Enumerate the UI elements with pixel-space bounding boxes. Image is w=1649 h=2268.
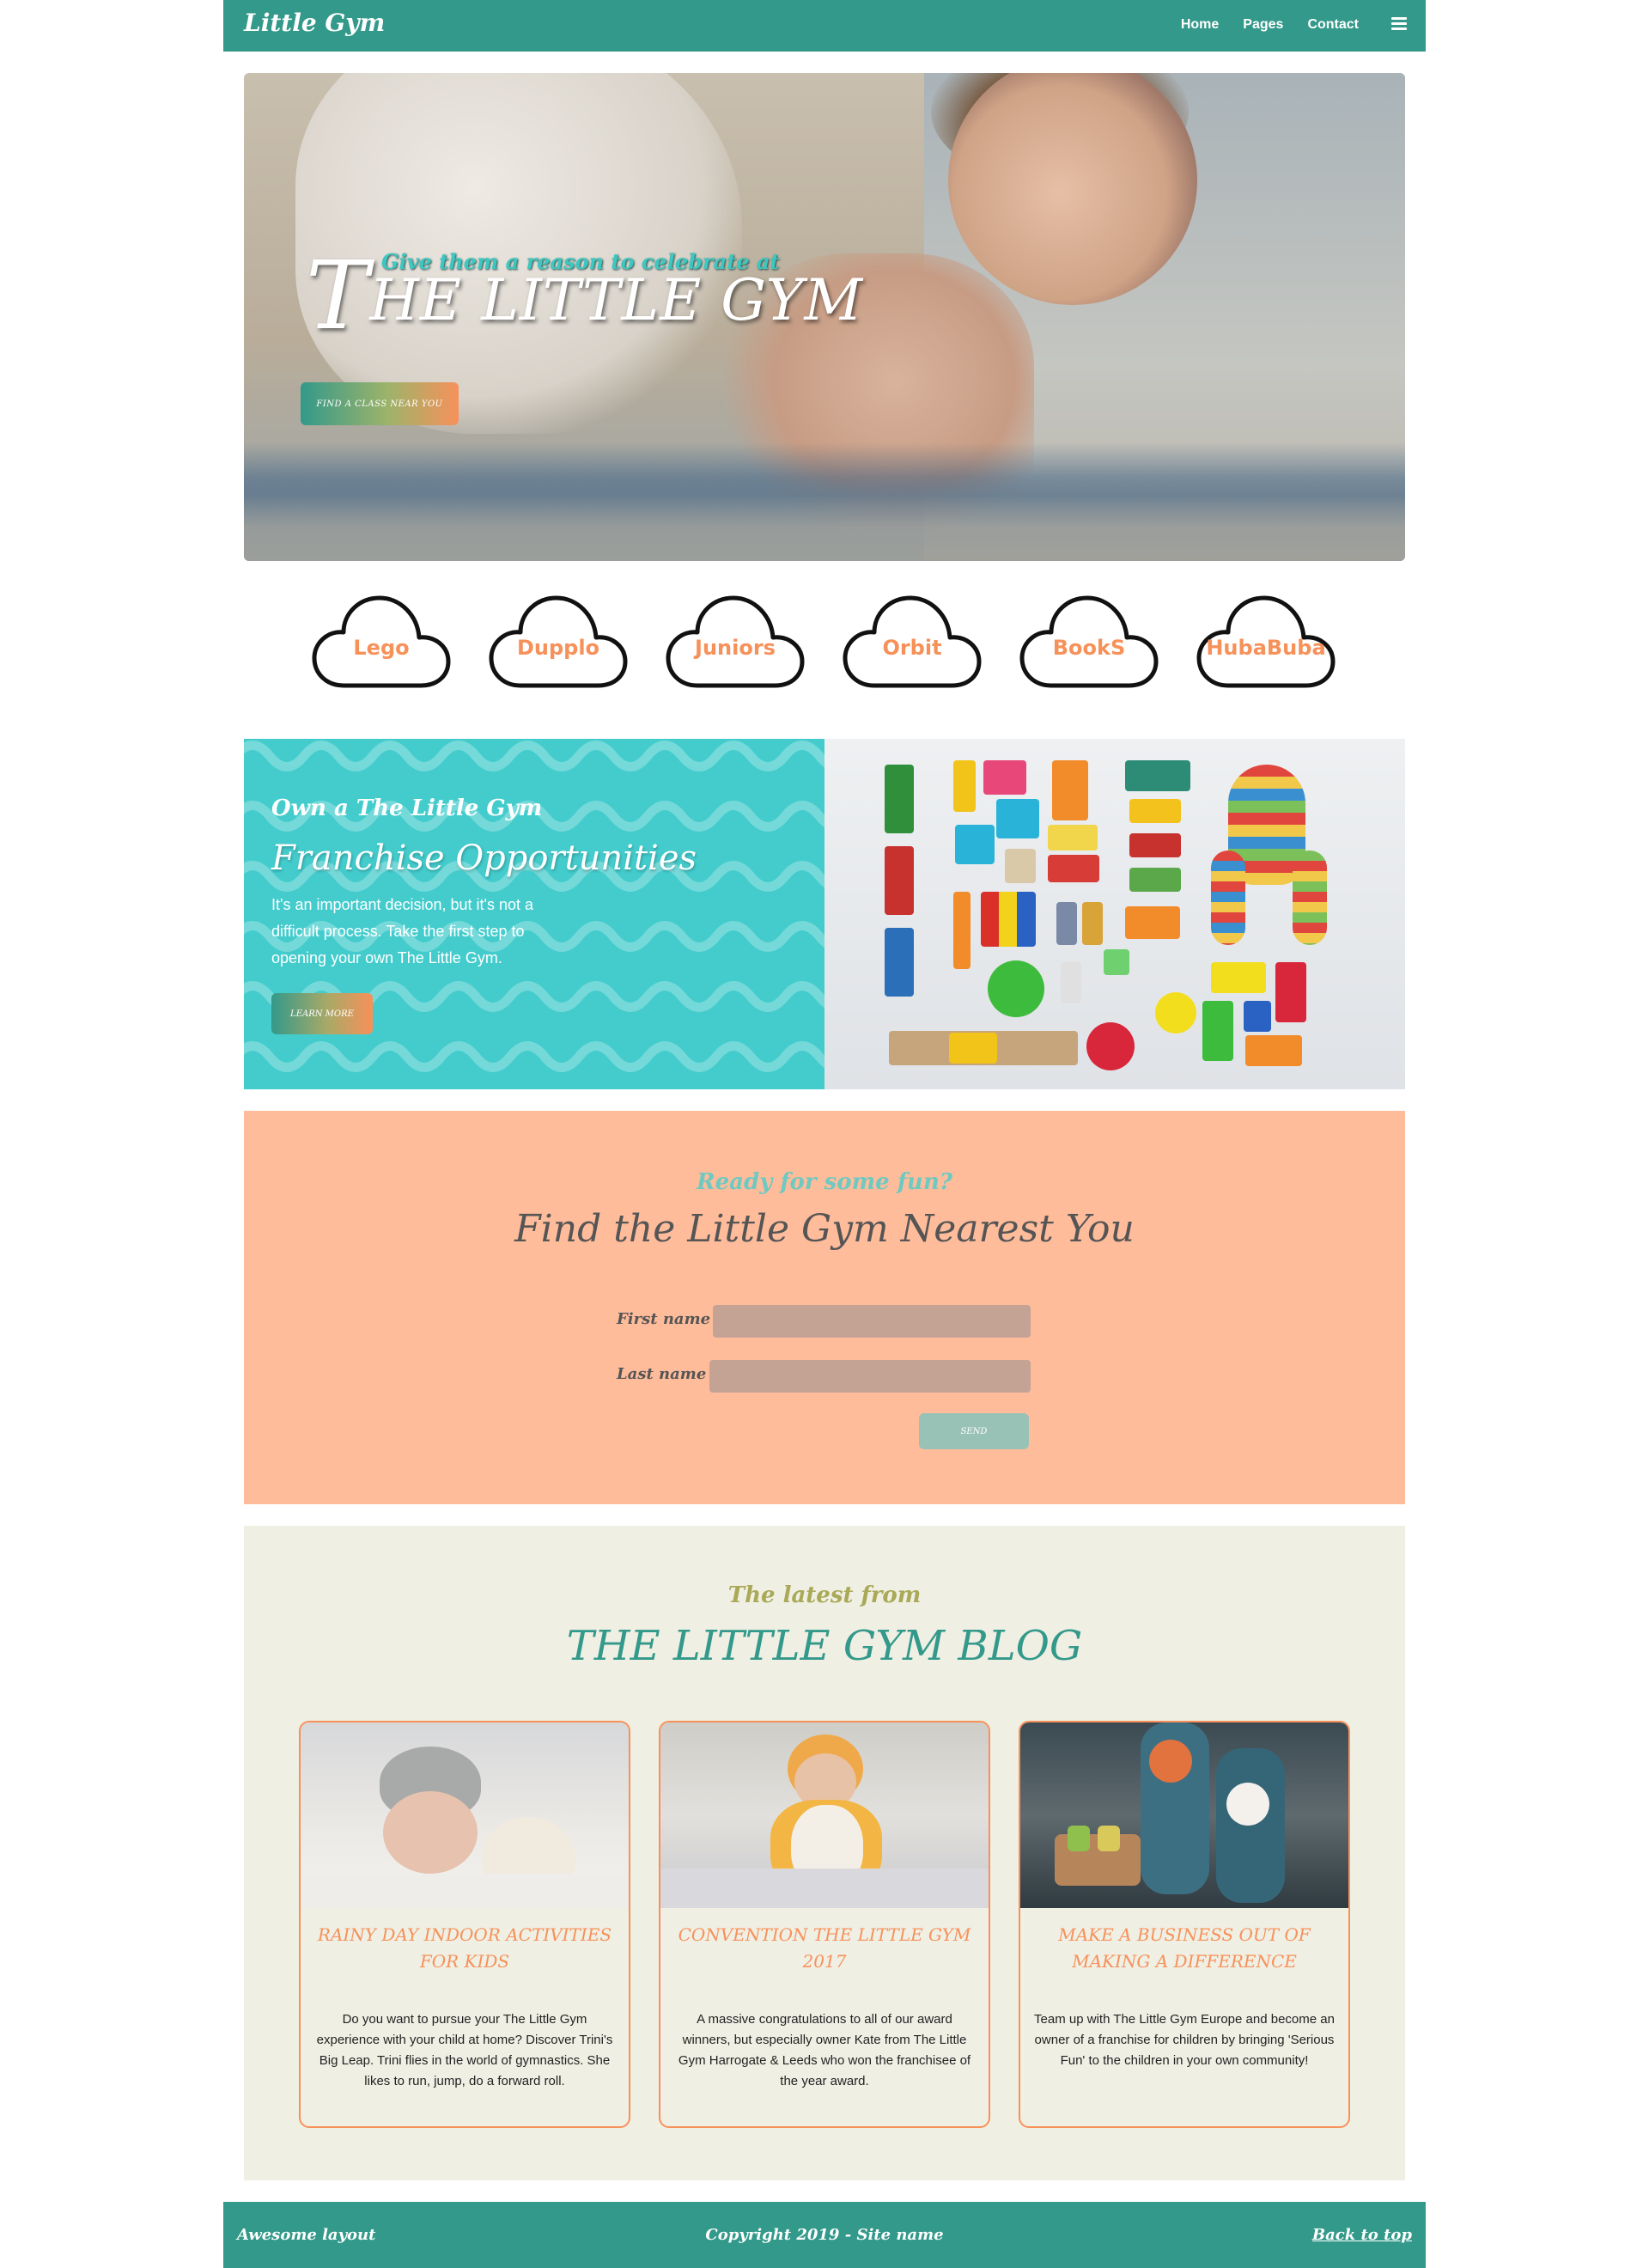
blog-card-text: A massive congratulations to all of our … xyxy=(678,2012,971,2088)
toy-figure-3 xyxy=(1061,962,1081,1003)
cloud-books[interactable]: BookS xyxy=(1017,593,1161,692)
blog-card-title[interactable]: MAKE A BUSINESS OUT OF MAKING A DIFFEREN… xyxy=(1031,1922,1338,1975)
nav-link-pages[interactable]: Pages xyxy=(1243,17,1283,33)
toy-block-red xyxy=(1048,855,1099,882)
hero-photo-floor xyxy=(244,477,1405,561)
toy-train-green xyxy=(885,765,914,833)
toy-block-yellow xyxy=(953,760,976,812)
cloud-label-dupplo: Dupplo xyxy=(516,636,600,660)
blog-kicker: The latest from xyxy=(727,1582,922,1608)
toy-car-orange xyxy=(1125,906,1180,939)
cloud-lego[interactable]: Lego xyxy=(309,593,453,692)
nav-link-home[interactable]: Home xyxy=(1181,17,1219,33)
blog-card[interactable]: RAINY DAY INDOOR ACTIVITIES FOR KIDS Do … xyxy=(299,1721,630,2128)
first-name-input[interactable] xyxy=(713,1305,1031,1338)
toy-lego-green xyxy=(1202,1001,1233,1061)
last-name-label: Last name xyxy=(617,1365,707,1383)
cloud-dupplo[interactable]: Dupplo xyxy=(486,593,630,692)
toy-sock-monkey-arm xyxy=(1211,850,1245,945)
brand-logo[interactable]: Little Gym xyxy=(244,9,385,37)
last-name-input[interactable] xyxy=(709,1360,1031,1393)
blog-card-text: Team up with The Little Gym Europe and b… xyxy=(1034,2012,1335,2068)
toy-block-cyan xyxy=(996,799,1039,838)
cloud-label-orbit: Orbit xyxy=(882,636,942,660)
cloud-hubabuba[interactable]: HubaBuba xyxy=(1194,593,1338,692)
hero-subtitle: Give them a reason to celebrate at xyxy=(381,249,780,274)
blog-section: The latest from THE LITTLE GYM BLOG RAIN… xyxy=(244,1526,1405,2180)
blog-card-title[interactable]: RAINY DAY INDOOR ACTIVITIES FOR KIDS xyxy=(311,1922,618,1975)
toy-car-green xyxy=(1129,868,1181,892)
toy-car-teal xyxy=(1125,760,1190,791)
toy-lego-blue xyxy=(1244,1001,1271,1032)
blog-card-title[interactable]: CONVENTION THE LITTLE GYM 2017 xyxy=(671,1922,978,1975)
franchise-kicker: Own a The Little Gym xyxy=(271,796,543,821)
cloud-label-juniors: Juniors xyxy=(695,636,776,660)
footer-copyright: Copyright 2019 - Site name xyxy=(705,2226,944,2244)
toy-block-lightyellow xyxy=(1048,825,1098,850)
franchise-description: It's an important decision, but it's not… xyxy=(271,896,534,966)
cloud-orbit[interactable]: Orbit xyxy=(840,593,984,692)
toy-figure-2 xyxy=(1082,902,1103,945)
cloud-label-lego: Lego xyxy=(353,636,410,660)
toy-sock-monkey-leg xyxy=(1293,850,1327,945)
toy-ring-green xyxy=(988,960,1044,1017)
blog-title: THE LITTLE GYM BLOG xyxy=(566,1622,1083,1670)
category-clouds: Lego Dupplo Juniors Orbit BookS HubaBuba xyxy=(309,593,1340,696)
nav-link-contact[interactable]: Contact xyxy=(1307,17,1359,33)
toy-wheel-yellow xyxy=(1155,992,1196,1033)
cloud-label-books: BookS xyxy=(1052,636,1126,660)
toy-lego-red xyxy=(1275,962,1306,1022)
first-name-label: First name xyxy=(617,1310,711,1328)
blog-card-image-baby-teddy xyxy=(660,1722,989,1908)
cloud-label-hubabuba: HubaBuba xyxy=(1206,636,1326,660)
toy-figure-1 xyxy=(1056,902,1077,945)
blog-card-text: Do you want to pursue your The Little Gy… xyxy=(316,2012,613,2088)
find-kicker: Ready for some fun? xyxy=(697,1169,952,1195)
toy-rubiks-cube xyxy=(981,892,1036,947)
toy-lego-yellow xyxy=(1211,962,1266,993)
cloud-juniors[interactable]: Juniors xyxy=(663,593,807,692)
toys-photo xyxy=(824,739,1405,1089)
blog-card[interactable]: CONVENTION THE LITTLE GYM 2017 A massive… xyxy=(659,1721,990,2128)
hero-title-rest: HE LITTLE GYM xyxy=(369,267,863,333)
blog-card-image-kids-socks xyxy=(1020,1722,1348,1908)
page: Little Gym Home Pages Contact THE LITTLE… xyxy=(223,0,1426,2268)
nav-links: Home Pages Contact xyxy=(1181,17,1359,33)
toy-train-red xyxy=(885,846,914,915)
toy-block-track xyxy=(949,1033,997,1064)
toy-train-blue xyxy=(885,928,914,997)
navbar: Little Gym Home Pages Contact xyxy=(223,0,1426,52)
footer: Awesome layout Copyright 2019 - Site nam… xyxy=(223,2202,1426,2268)
franchise-section: Own a The Little Gym Franchise Opportuni… xyxy=(244,739,1405,1089)
hamburger-icon[interactable] xyxy=(1391,17,1407,31)
toy-car-yellow xyxy=(1129,799,1181,823)
toy-wheel-red xyxy=(1086,1022,1135,1070)
learn-more-button[interactable]: LEARN MORE xyxy=(271,993,373,1034)
hero-banner: THE LITTLE GYM Give them a reason to cel… xyxy=(244,73,1405,561)
toy-whistle xyxy=(953,892,971,969)
back-to-top-link[interactable]: Back to top xyxy=(1312,2226,1412,2244)
find-class-button[interactable]: FIND A CLASS NEAR YOU xyxy=(301,382,459,425)
toy-block-blue xyxy=(955,825,995,864)
blog-card-image-baby-yawning xyxy=(301,1722,629,1908)
blog-card[interactable]: MAKE A BUSINESS OUT OF MAKING A DIFFEREN… xyxy=(1019,1721,1350,2128)
find-title: Find the Little Gym Nearest You xyxy=(514,1207,1135,1251)
toy-lego-orange xyxy=(1245,1035,1302,1066)
franchise-title: Franchise Opportunities xyxy=(271,838,697,878)
send-button[interactable]: SEND xyxy=(919,1413,1029,1449)
franchise-panel: Own a The Little Gym Franchise Opportuni… xyxy=(244,739,824,1089)
find-gym-section: Ready for some fun? Find the Little Gym … xyxy=(244,1111,1405,1504)
toy-block-wood xyxy=(1005,849,1036,883)
toy-car-red xyxy=(1129,833,1181,857)
toy-marble-run xyxy=(1104,949,1129,975)
toy-block-pink xyxy=(983,760,1026,795)
toy-block-orange xyxy=(1052,760,1088,820)
hero-title-initial: T xyxy=(306,241,370,351)
